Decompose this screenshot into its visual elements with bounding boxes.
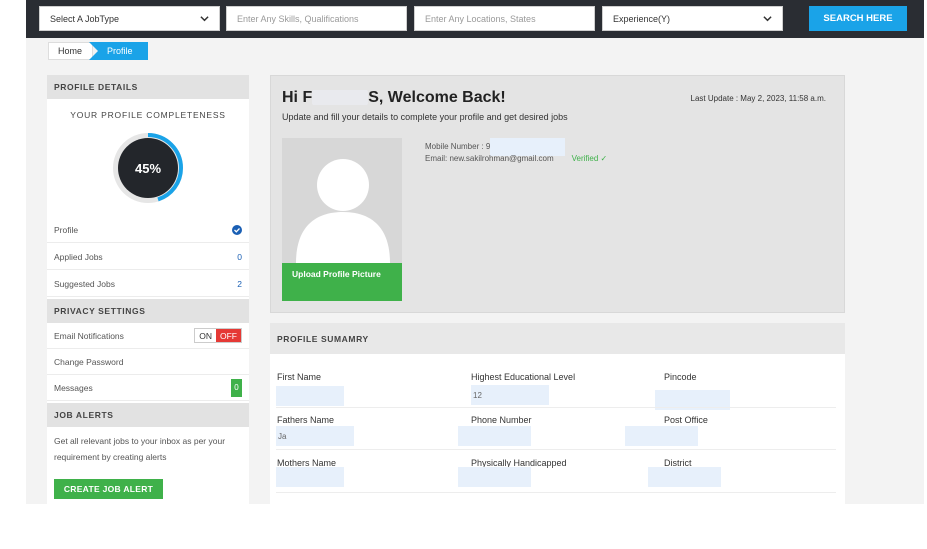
fathers-name-value: Ja: [276, 426, 354, 446]
chevron-down-icon: [763, 16, 772, 22]
sidebar-item-applied-jobs[interactable]: Applied Jobs 0: [47, 244, 249, 270]
skills-input[interactable]: Enter Any Skills, Qualifications: [226, 6, 407, 31]
user-avatar-icon: [296, 159, 390, 263]
breadcrumb-current: Profile: [89, 42, 148, 60]
sidebar-item-label: Profile: [54, 224, 79, 235]
post-office-value: [625, 426, 698, 446]
email-notifications-toggle[interactable]: ON OFF: [194, 328, 242, 343]
sidebar-item-suggested-jobs[interactable]: Suggested Jobs 2: [47, 271, 249, 297]
row-divider: [276, 407, 836, 408]
fathers-name-label: Fathers Name: [277, 415, 335, 425]
row-divider: [276, 492, 836, 493]
last-update: Last Update : May 2, 2023, 11:58 a.m.: [690, 94, 827, 103]
greeting-suffix: S, Welcome Back!: [368, 89, 506, 106]
messages-label: Messages: [54, 382, 93, 393]
experience-select-value: Experience(Y): [613, 13, 671, 24]
profile-summary: PROFILE SUMAMRY First Name Highest Educa…: [270, 323, 845, 504]
messages-link[interactable]: Messages 0: [47, 375, 249, 401]
email-notifications-row: Email Notifications ON OFF: [47, 323, 249, 349]
change-password-label: Change Password: [54, 356, 124, 367]
education-value: 12: [471, 385, 549, 405]
suggested-jobs-count: 2: [237, 278, 242, 289]
mobile-label: Mobile Number : 9: [425, 142, 491, 152]
job-alerts-description: Get all relevant jobs to your inbox as p…: [54, 436, 226, 462]
jobtype-select-value: Select A JobType: [50, 13, 120, 24]
verified-badge: Verified ✓: [571, 154, 608, 163]
row-divider: [276, 449, 836, 450]
privacy-settings-heading: PRIVACY SETTINGS: [47, 299, 249, 323]
messages-count-badge: 0: [231, 378, 242, 397]
page-frame: Select A JobType Enter Any Skills, Quali…: [26, 0, 924, 504]
job-alerts-heading: JOB ALERTS: [47, 403, 249, 427]
email-label: Email: new.sakilrohman@gmail.com: [425, 154, 554, 163]
change-password-link[interactable]: Change Password: [47, 349, 249, 375]
phone-number-label: Phone Number: [471, 415, 532, 425]
profile-picture-placeholder: [282, 138, 402, 263]
chevron-down-icon: [200, 16, 209, 22]
email-address: Email: new.sakilrohman@gmail.com Verified…: [425, 154, 607, 163]
location-input[interactable]: Enter Any Locations, States: [414, 6, 595, 31]
completeness-title: YOUR PROFILE COMPLETENESS: [70, 110, 226, 120]
profile-details-heading: PROFILE DETAILS: [47, 75, 249, 99]
sidebar: PROFILE DETAILS YOUR PROFILE COMPLETENES…: [47, 75, 249, 504]
welcome-subtitle: Update and fill your details to complete…: [282, 112, 568, 122]
sidebar-item-profile[interactable]: Profile: [47, 217, 249, 243]
first-name-label: First Name: [277, 372, 322, 382]
welcome-card: Hi F S, Welcome Back! Update and fill you…: [270, 75, 845, 313]
toggle-off[interactable]: OFF: [216, 329, 241, 342]
upload-profile-picture-button[interactable]: Upload Profile Picture: [282, 263, 402, 301]
check-circle-icon: [232, 224, 242, 235]
mothers-name-value: [276, 467, 344, 487]
experience-select[interactable]: Experience(Y): [602, 6, 783, 31]
jobtype-select[interactable]: Select A JobType: [39, 6, 220, 31]
first-name-value: [276, 386, 344, 406]
pincode-label: Pincode: [664, 372, 697, 382]
completeness-ring: 45%: [110, 130, 186, 206]
applied-jobs-count: 0: [237, 251, 242, 262]
greeting-prefix: Hi F: [282, 89, 313, 106]
search-bar: Select A JobType Enter Any Skills, Quali…: [26, 0, 924, 38]
phone-number-value: [458, 426, 531, 446]
profile-summary-heading: PROFILE SUMAMRY: [270, 323, 845, 354]
sidebar-item-label: Applied Jobs: [54, 251, 103, 262]
completeness-value: 45%: [134, 160, 162, 176]
breadcrumb-home[interactable]: Home: [48, 42, 94, 60]
toggle-on[interactable]: ON: [195, 329, 216, 342]
search-button[interactable]: SEARCH HERE: [809, 6, 907, 31]
district-value: [648, 467, 721, 487]
education-label: Highest Educational Level: [471, 372, 576, 382]
welcome-greeting: Hi F S, Welcome Back!: [282, 89, 506, 107]
create-job-alert-button[interactable]: CREATE JOB ALERT: [54, 479, 163, 499]
physically-handicapped-value: [458, 467, 531, 487]
email-notifications-label: Email Notifications: [54, 330, 124, 341]
sidebar-item-label: Suggested Jobs: [54, 278, 115, 289]
post-office-label: Post Office: [664, 415, 708, 425]
redacted-name: [312, 90, 369, 106]
